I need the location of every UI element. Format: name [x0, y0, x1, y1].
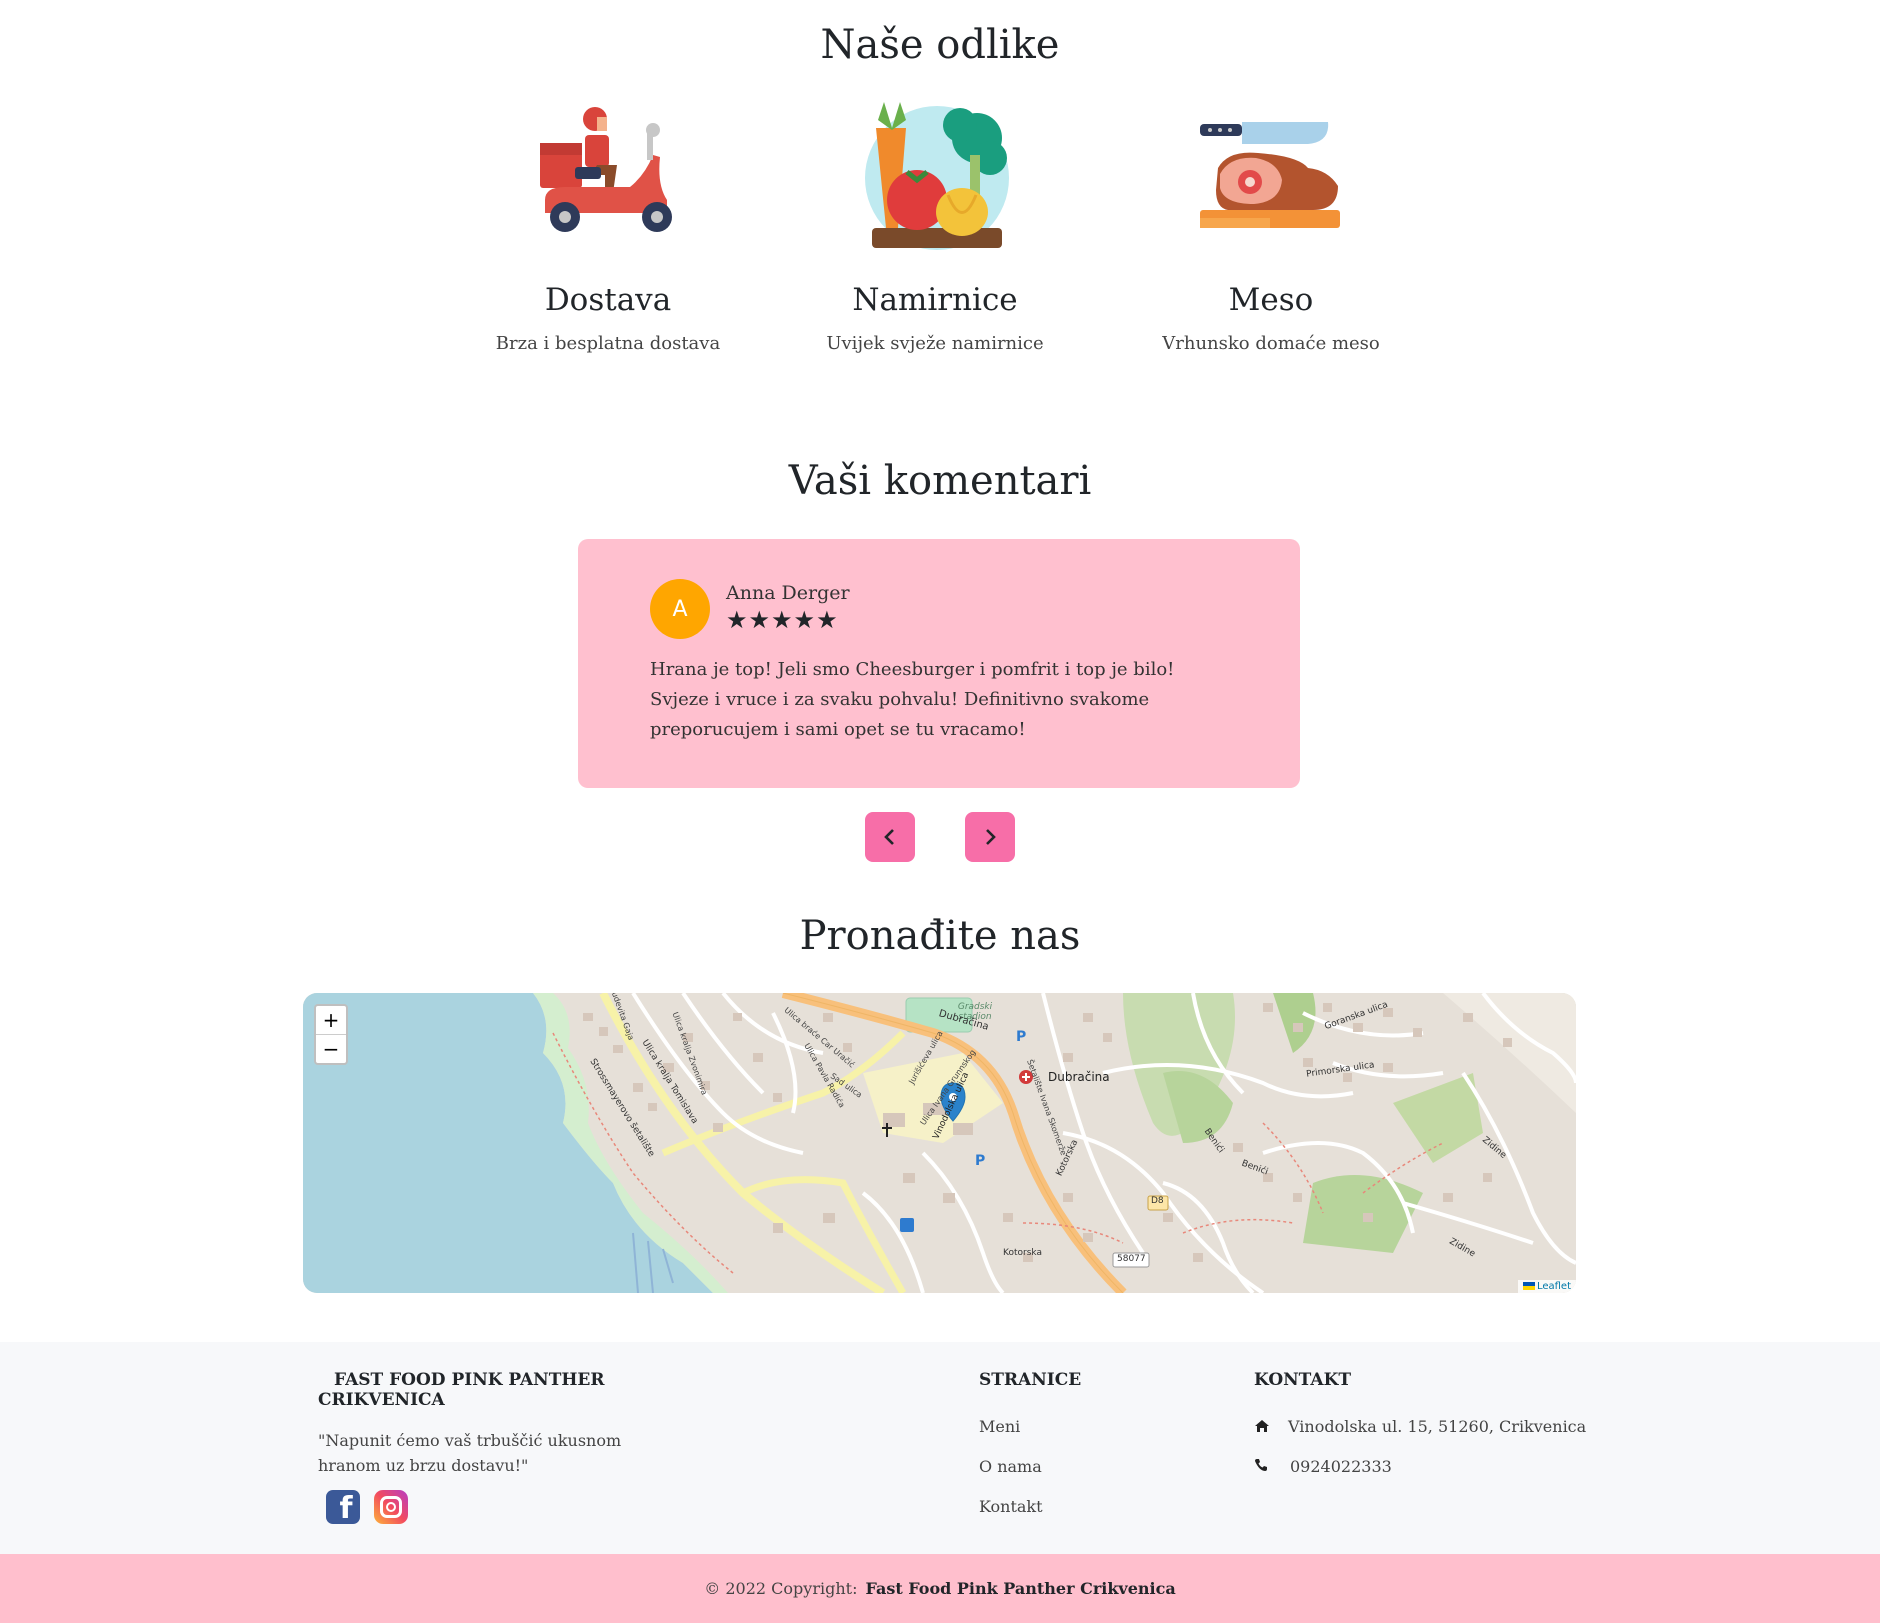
feature-title-meat: Meso	[1228, 282, 1314, 318]
map-attribution-link[interactable]: Leaflet	[1517, 1280, 1576, 1293]
map-label-dubracina: Dubračina	[1048, 1070, 1110, 1084]
footer-link-o-nama[interactable]: O nama	[979, 1457, 1042, 1476]
meat-icon	[1198, 118, 1343, 234]
feature-subtitle-meat: Vrhunsko domaće meso	[1162, 333, 1380, 354]
star-rating-icon: ★★★★★	[726, 606, 839, 634]
footer-link-meni[interactable]: Meni	[979, 1417, 1020, 1436]
location-heading: Pronađite nas	[799, 913, 1081, 959]
chevron-right-icon	[986, 829, 996, 845]
map-label-kotorska: Kotorska	[1003, 1248, 1042, 1258]
footer-link-kontakt[interactable]: Kontakt	[979, 1497, 1043, 1516]
next-review-button[interactable]	[965, 812, 1015, 862]
feature-subtitle-delivery: Brza i besplatna dostava	[495, 333, 721, 354]
features-heading: Naše odlike	[820, 22, 1060, 68]
copyright-prefix: © 2022 Copyright:	[704, 1579, 858, 1598]
review-author: Anna Derger	[726, 582, 850, 604]
previous-review-button[interactable]	[865, 812, 915, 862]
phone-icon	[1254, 1457, 1270, 1473]
delivery-scooter-icon	[535, 105, 680, 245]
facebook-icon[interactable]: f	[326, 1490, 360, 1524]
footer-phone: 0924022333	[1290, 1457, 1392, 1476]
review-card: A Anna Derger ★★★★★ Hrana je top! Jeli s…	[578, 539, 1300, 788]
footer-contact-heading: KONTAKT	[1254, 1370, 1352, 1390]
vegetables-icon	[862, 100, 1012, 252]
review-text: Hrana je top! Jeli smo Cheesburger i pom…	[650, 659, 1175, 740]
comments-heading: Vaši komentari	[788, 458, 1092, 504]
footer-brand-line1: FAST FOOD PINK PANTHER	[334, 1370, 605, 1390]
map-label-58077: 58077	[1117, 1254, 1146, 1264]
footer-brand-line2: CRIKVENICA	[318, 1390, 445, 1410]
map-parking-icon: P	[1016, 1029, 1027, 1045]
map-parking-icon-2: P	[975, 1153, 986, 1169]
map-label-d8: D8	[1151, 1196, 1164, 1206]
feature-title-delivery: Dostava	[544, 282, 672, 318]
ukraine-flag-icon	[1522, 1282, 1535, 1290]
zoom-out-button[interactable]: −	[316, 1034, 346, 1063]
feature-title-vegetables: Namirnice	[852, 282, 1018, 318]
location-map[interactable]: Gradski stadion Dubračina Dubračina Prim…	[303, 993, 1576, 1293]
feature-subtitle-vegetables: Uvijek svježe namirnice	[826, 333, 1044, 354]
footer-address: Vinodolska ul. 15, 51260, Crikvenica	[1288, 1417, 1587, 1436]
home-icon	[1254, 1418, 1270, 1434]
instagram-icon[interactable]	[374, 1490, 408, 1524]
chevron-left-icon	[884, 829, 894, 845]
attribution-text: Leaflet	[1536, 1281, 1571, 1292]
footer-tagline: "Napunit ćemo vaš trbuščić ukusnom hrano…	[318, 1431, 622, 1475]
copyright-bar: © 2022 Copyright: Fast Food Pink Panther…	[0, 1554, 1880, 1623]
footer-pages-heading: STRANICE	[979, 1370, 1082, 1390]
footer: FAST FOOD PINK PANTHER CRIKVENICA "Napun…	[0, 1342, 1880, 1554]
copyright-name-link[interactable]: Fast Food Pink Panther Crikvenica	[865, 1579, 1175, 1598]
zoom-in-button[interactable]: +	[316, 1006, 346, 1034]
map-zoom-control: + −	[314, 1004, 348, 1065]
avatar: A	[650, 579, 710, 639]
